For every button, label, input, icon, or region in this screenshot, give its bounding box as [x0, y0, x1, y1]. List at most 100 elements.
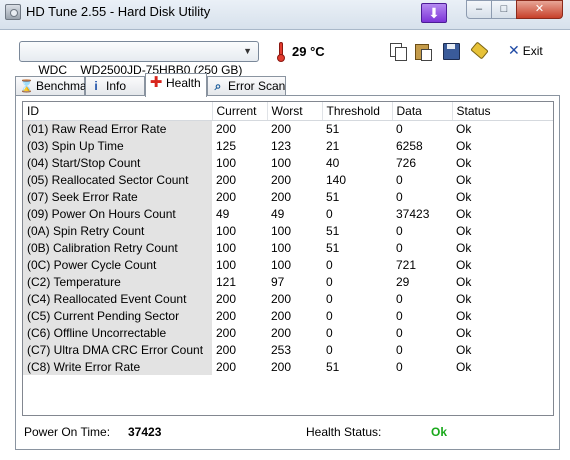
current-value-cell: 200 [216, 189, 237, 204]
red-cross-icon: ✚ [149, 74, 163, 91]
threshold-value-cell: 51 [326, 189, 340, 204]
column-header-data[interactable]: Data [392, 102, 453, 121]
worst-value-cell: 123 [271, 138, 292, 153]
tab-health[interactable]: ✚ Health [145, 73, 207, 97]
status-cell: Ok [456, 240, 472, 255]
status-cell: Ok [456, 308, 472, 323]
hd-tune-app-icon[interactable] [5, 4, 21, 20]
exit-label: Exit [522, 44, 543, 58]
table-row[interactable]: (C6) Offline Uncorrectable 200 200 0 0 Ok [23, 324, 553, 341]
worst-value-cell: 200 [271, 121, 292, 136]
attribute-id-cell: (0A) Spin Retry Count [23, 222, 212, 239]
threshold-value-cell: 51 [326, 223, 340, 238]
status-cell: Ok [456, 291, 472, 306]
column-header-current[interactable]: Current [212, 102, 268, 121]
column-header-worst[interactable]: Worst [267, 102, 323, 121]
table-row[interactable]: (01) Raw Read Error Rate 200 200 51 0 Ok [23, 120, 553, 137]
chevron-down-icon[interactable]: ▼ [243, 42, 252, 61]
table-row[interactable]: (0A) Spin Retry Count 100 100 51 0 Ok [23, 222, 553, 239]
smart-attributes-list[interactable]: ID Current Worst Threshold Data Status (… [22, 101, 554, 416]
exit-icon: ✕ [508, 42, 520, 58]
status-cell: Ok [456, 257, 472, 272]
worst-value-cell: 100 [271, 223, 292, 238]
tab-error-scan[interactable]: ⌕ Error Scan [207, 76, 286, 96]
current-value-cell: 200 [216, 172, 237, 187]
table-row[interactable]: (05) Reallocated Sector Count 200 200 140 0 O… [23, 171, 553, 188]
status-cell: Ok [456, 274, 472, 289]
column-header-id[interactable]: ID [23, 102, 213, 121]
table-row[interactable]: (C7) Ultra DMA CRC Error Count 200 253 0 0 Ok [23, 341, 553, 358]
tab-benchmark[interactable]: ⌛ Benchmark [15, 76, 97, 96]
current-value-cell: 200 [216, 342, 237, 357]
status-cell: Ok [456, 172, 472, 187]
raw-data-cell: 0 [396, 342, 403, 357]
raw-data-cell: 6258 [396, 138, 423, 153]
paste-icon[interactable] [414, 42, 432, 61]
threshold-value-cell: 0 [326, 325, 333, 340]
table-row[interactable]: (C4) Reallocated Event Count 200 200 0 0 Ok [23, 290, 553, 307]
current-value-cell: 100 [216, 257, 237, 272]
raw-data-cell: 0 [396, 240, 403, 255]
copy-icon[interactable] [389, 42, 407, 61]
worst-value-cell: 200 [271, 308, 292, 323]
current-value-cell: 200 [216, 291, 237, 306]
table-row[interactable]: (09) Power On Hours Count 49 49 0 37423 Ok [23, 205, 553, 222]
status-cell: Ok [456, 223, 472, 238]
down-arrow-button[interactable]: ⬇ [421, 3, 447, 23]
table-row[interactable]: (07) Seek Error Rate 200 200 51 0 Ok [23, 188, 553, 205]
threshold-value-cell: 0 [326, 342, 333, 357]
table-row[interactable]: (0B) Calibration Retry Count 100 100 51 0 Ok [23, 239, 553, 256]
threshold-value-cell: 0 [326, 308, 333, 323]
current-value-cell: 100 [216, 240, 237, 255]
table-row[interactable]: (C8) Write Error Rate 200 200 51 0 Ok [23, 358, 553, 375]
worst-value-cell: 200 [271, 189, 292, 204]
threshold-value-cell: 0 [326, 291, 333, 306]
attribute-id-cell: (C2) Temperature [23, 273, 212, 290]
current-value-cell: 200 [216, 308, 237, 323]
threshold-value-cell: 140 [326, 172, 347, 187]
status-cell: Ok [456, 342, 472, 357]
table-row[interactable]: (C5) Current Pending Sector 200 200 0 0 Ok [23, 307, 553, 324]
status-cell: Ok [456, 189, 472, 204]
column-header-status[interactable]: Status [452, 102, 553, 121]
threshold-value-cell: 0 [326, 274, 333, 289]
attribute-id-cell: (C5) Current Pending Sector [23, 307, 212, 324]
worst-value-cell: 253 [271, 342, 292, 357]
column-header-threshold[interactable]: Threshold [322, 102, 393, 121]
current-value-cell: 125 [216, 138, 237, 153]
threshold-value-cell: 0 [326, 257, 333, 272]
raw-data-cell: 0 [396, 189, 403, 204]
raw-data-cell: 0 [396, 359, 403, 374]
table-row[interactable]: (0C) Power Cycle Count 100 100 0 721 Ok [23, 256, 553, 273]
raw-data-cell: 721 [396, 257, 417, 272]
maximize-button[interactable]: □ [491, 0, 517, 19]
worst-value-cell: 100 [271, 155, 292, 170]
table-row[interactable]: (C2) Temperature 121 97 0 29 Ok [23, 273, 553, 290]
current-value-cell: 200 [216, 325, 237, 340]
tab-label: Info [106, 79, 127, 93]
power-on-time-value: 37423 [128, 425, 162, 439]
attribute-id-cell: (0B) Calibration Retry Count [23, 239, 212, 256]
threshold-value-cell: 51 [326, 121, 340, 136]
worst-value-cell: 100 [271, 240, 292, 255]
toolbar: WDC WD2500JD-75HBB0 (250 GB) ▼ 29 °C ✕ Ex… [0, 30, 570, 77]
temperature-value: 29 °C [292, 44, 325, 59]
save-icon[interactable] [442, 42, 460, 60]
current-value-cell: 200 [216, 359, 237, 374]
table-row[interactable]: (04) Start/Stop Count 100 100 40 726 Ok [23, 154, 553, 171]
attribute-id-cell: (C6) Offline Uncorrectable [23, 324, 212, 341]
tab-label: Error Scan [228, 79, 286, 93]
drive-select[interactable]: WDC WD2500JD-75HBB0 (250 GB) ▼ [19, 41, 259, 77]
exit-button[interactable]: ✕ Exit [508, 42, 543, 59]
tab-info[interactable]: i Info [85, 76, 145, 96]
options-icon[interactable] [470, 42, 488, 60]
status-cell: Ok [456, 138, 472, 153]
table-row[interactable]: (03) Spin Up Time 125 123 21 6258 Ok [23, 137, 553, 154]
minimize-button[interactable]: – [466, 0, 492, 19]
worst-value-cell: 100 [271, 257, 292, 272]
worst-value-cell: 200 [271, 291, 292, 306]
status-cell: Ok [456, 155, 472, 170]
close-button[interactable]: ✕ [516, 0, 563, 19]
current-value-cell: 200 [216, 121, 237, 136]
header-row: ID Current Worst Threshold Data Status [23, 102, 553, 121]
